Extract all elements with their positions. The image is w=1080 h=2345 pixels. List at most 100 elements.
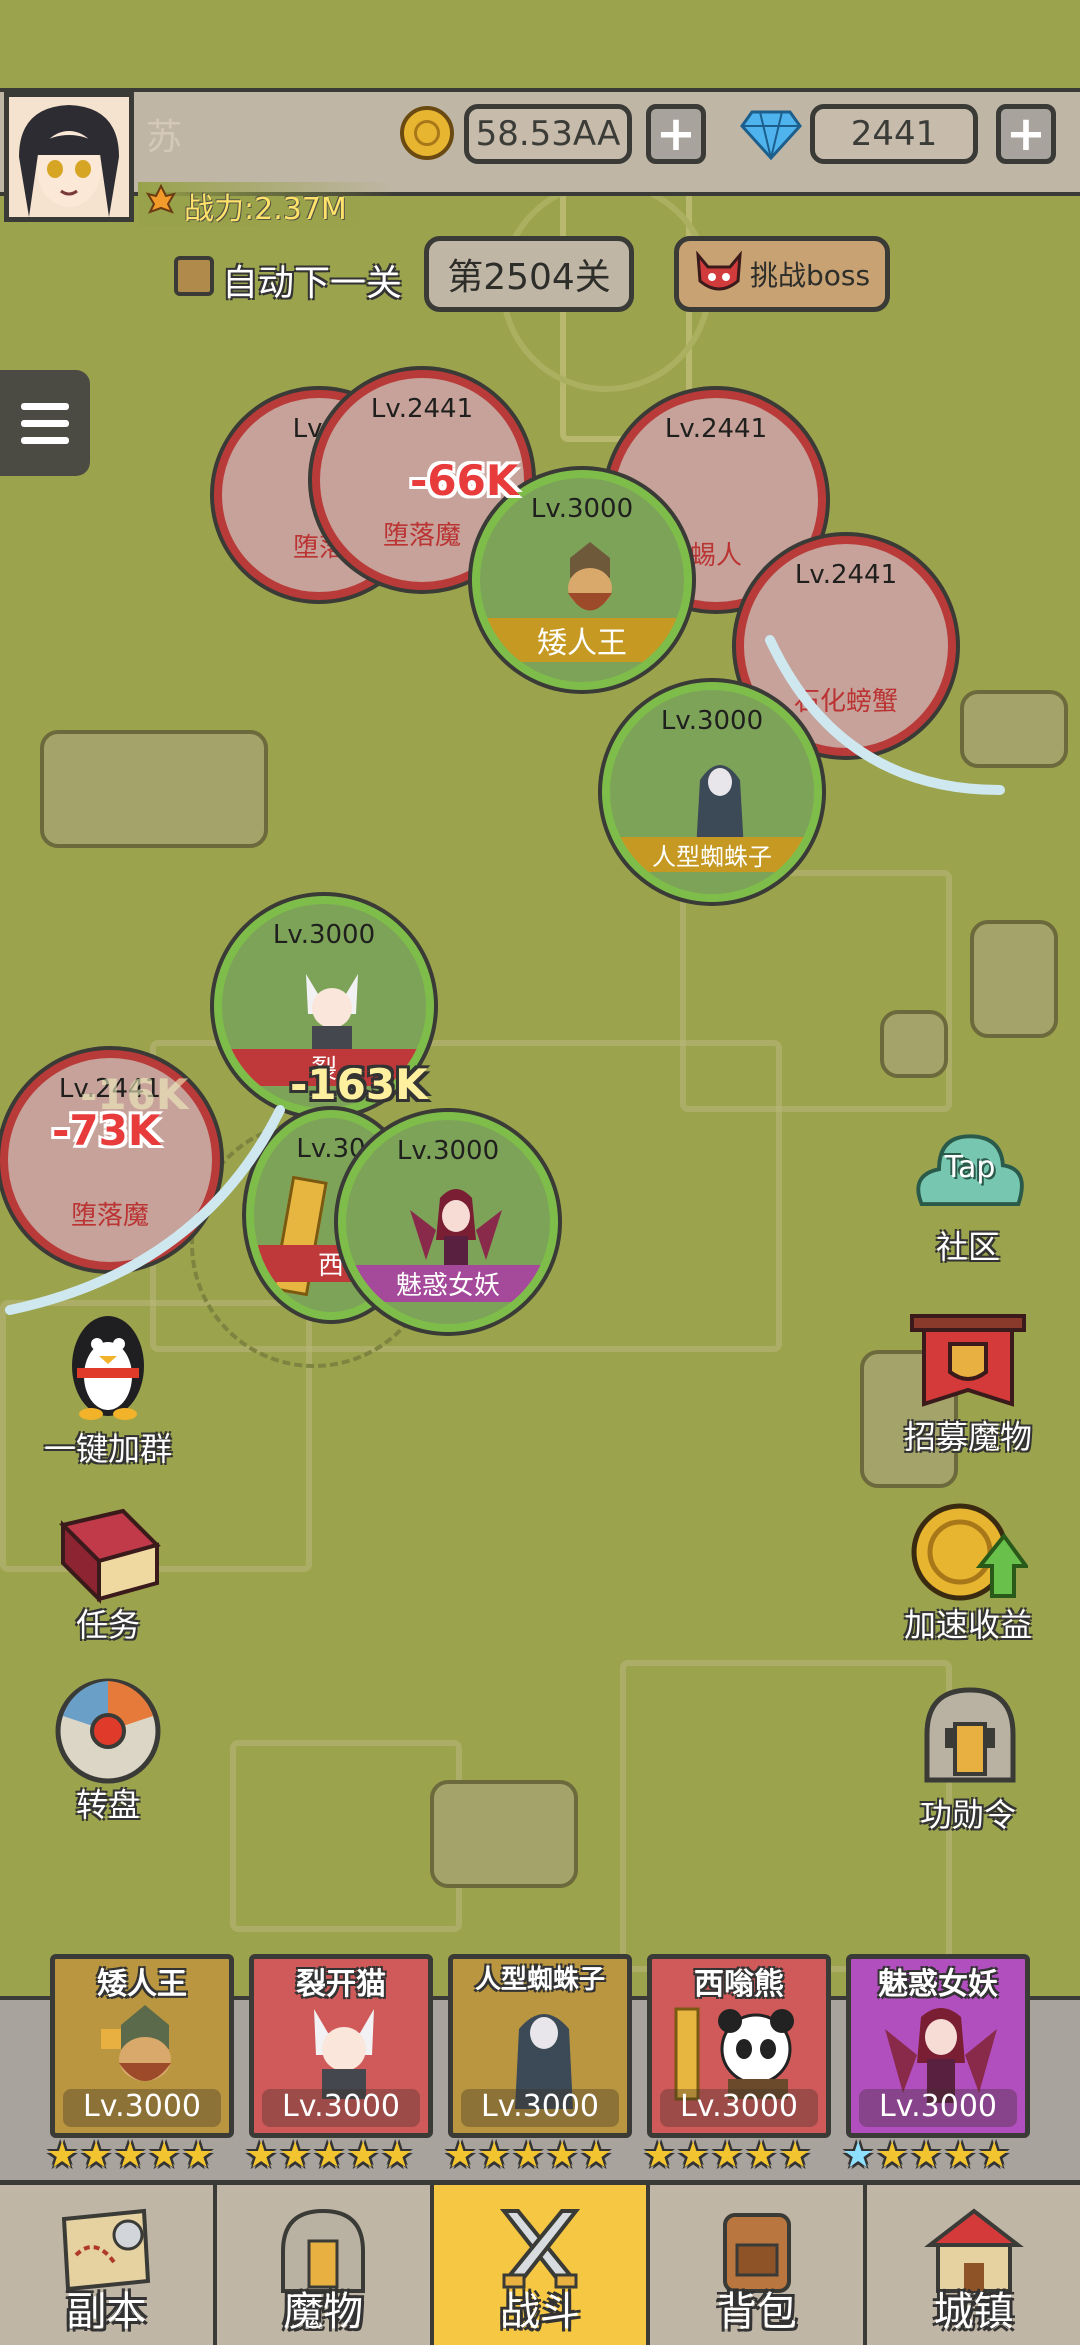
gold-coin-icon xyxy=(400,106,454,160)
wheel-button[interactable] xyxy=(48,1676,168,1786)
star-icon: ★ xyxy=(114,2135,147,2176)
dwarf-king-portrait-icon xyxy=(550,538,630,628)
ally-unit[interactable]: Lv.3000 魅惑女妖 xyxy=(338,1112,558,1332)
damage-number: -163K xyxy=(290,1060,428,1109)
ally-name: 矮人王 xyxy=(480,618,684,662)
roster-stars: ★ ★ ★ ★ ★ xyxy=(444,2135,613,2176)
community-label: 社区 xyxy=(935,1228,1000,1266)
auto-next-checkbox[interactable] xyxy=(174,256,214,296)
task-button[interactable] xyxy=(48,1500,168,1610)
map-rock xyxy=(970,920,1058,1038)
tab-label: 城镇 xyxy=(933,2289,1014,2335)
penguin-icon xyxy=(72,1316,144,1420)
enemy-level: Lv.2441 xyxy=(664,414,768,444)
task-book-icon xyxy=(59,1508,161,1604)
diamond-amount: 2441 xyxy=(810,104,978,164)
gold-speedup-icon xyxy=(911,1503,1028,1601)
boss-demon-icon xyxy=(694,250,744,297)
menu-icon-line xyxy=(21,436,69,444)
roster-level: Lv.3000 xyxy=(660,2089,818,2127)
star-icon: ★ xyxy=(944,2135,977,2176)
gold-amount: 58.53AA xyxy=(464,104,632,164)
bottom-nav: 副本 魔物 战斗 背包 城镇 xyxy=(0,2180,1080,2345)
task-label: 任务 xyxy=(75,1606,140,1644)
star-icon: ★ xyxy=(512,2135,545,2176)
power-value: 战力:2.37M xyxy=(184,192,347,227)
tab-backpack[interactable]: 背包 xyxy=(650,2185,868,2345)
star-icon: ★ xyxy=(643,2135,676,2176)
star-icon: ★ xyxy=(279,2135,312,2176)
dwarf-king-card-icon xyxy=(95,1999,195,2099)
community-button[interactable]: Tap xyxy=(910,1120,1030,1230)
tab-town[interactable]: 城镇 xyxy=(867,2185,1080,2345)
roster-stars: ★ ★ ★ ★ ★ xyxy=(842,2135,1011,2176)
menu-icon xyxy=(21,402,69,410)
join-group-button[interactable] xyxy=(48,1310,168,1420)
roster-level: Lv.3000 xyxy=(859,2089,1017,2127)
roster-card[interactable]: 矮人王 Lv.3000 xyxy=(50,1954,234,2138)
tab-battle[interactable]: 战斗 xyxy=(433,2185,651,2345)
roster-card[interactable]: 裂开猫 Lv.3000 xyxy=(249,1954,433,2138)
menu-icon-line xyxy=(21,419,69,427)
map-rock xyxy=(880,1010,948,1078)
enemy-level: Lv.2441 xyxy=(794,560,898,590)
slash-effect-icon xyxy=(765,635,1005,795)
challenge-boss-button[interactable]: 挑战boss xyxy=(674,236,890,312)
diamond-icon xyxy=(740,110,802,161)
roster-card[interactable]: 西嗡熊 Lv.3000 xyxy=(647,1954,831,2138)
map-road xyxy=(230,1740,462,1932)
ally-level: Lv.3000 xyxy=(396,1136,500,1166)
challenge-boss-label: 挑战boss xyxy=(749,259,871,292)
recruit-banner-icon xyxy=(910,1314,1026,1407)
star-icon: ★ xyxy=(978,2135,1011,2176)
map-rock xyxy=(430,1780,578,1888)
flame-icon xyxy=(145,183,177,214)
blue-star-icon: ★ xyxy=(842,2135,875,2176)
player-name: 苏 xyxy=(146,117,183,158)
star-icon: ★ xyxy=(677,2135,710,2176)
tab-label: 魔物 xyxy=(283,2289,364,2335)
add-diamond-button[interactable]: + xyxy=(996,104,1056,164)
roster-level: Lv.3000 xyxy=(262,2089,420,2127)
speedup-label: 加速收益 xyxy=(903,1606,1032,1644)
speedup-button[interactable] xyxy=(908,1496,1028,1606)
join-group-label: 一键加群 xyxy=(43,1430,172,1468)
spider-girl-portrait-icon xyxy=(690,750,750,850)
add-gold-button[interactable]: + xyxy=(646,104,706,164)
tab-label: 战斗 xyxy=(499,2289,580,2335)
star-icon: ★ xyxy=(182,2135,215,2176)
roster-stars: ★ ★ ★ ★ ★ xyxy=(643,2135,811,2176)
tab-monsters[interactable]: 魔物 xyxy=(217,2185,434,2345)
merit-button[interactable] xyxy=(910,1684,1030,1794)
tab-label: 副本 xyxy=(66,2289,147,2335)
star-icon: ★ xyxy=(46,2135,79,2176)
tab-label: 背包 xyxy=(716,2289,797,2335)
cat-girl-card-icon xyxy=(294,1999,394,2099)
roster-card[interactable]: 魅惑女妖 Lv.3000 xyxy=(846,1954,1030,2138)
roster-name: 魅惑女妖 xyxy=(878,1967,998,2002)
roster-name: 裂开猫 xyxy=(296,1967,386,2002)
map-rock xyxy=(40,730,268,848)
player-avatar[interactable] xyxy=(4,92,134,222)
star-icon: ★ xyxy=(313,2135,346,2176)
star-icon: ★ xyxy=(381,2135,414,2176)
star-icon: ★ xyxy=(478,2135,511,2176)
roster-card[interactable]: 人型蜘蛛子 Lv.3000 xyxy=(448,1954,632,2138)
star-icon: ★ xyxy=(711,2135,744,2176)
enemy-level: Lv.2441 xyxy=(370,394,474,424)
star-icon: ★ xyxy=(580,2135,613,2176)
star-icon: ★ xyxy=(148,2135,181,2176)
roster-name: 矮人王 xyxy=(97,1967,187,2002)
merit-label: 功勋令 xyxy=(919,1796,1016,1834)
star-icon: ★ xyxy=(347,2135,380,2176)
star-icon: ★ xyxy=(245,2135,278,2176)
menu-button[interactable] xyxy=(0,370,90,476)
damage-number: -66K xyxy=(410,456,519,505)
star-icon: ★ xyxy=(910,2135,943,2176)
slash-effect-icon xyxy=(5,1105,285,1315)
tap-icon-text: Tap xyxy=(944,1150,996,1185)
roster-name: 西嗡熊 xyxy=(694,1967,784,2002)
ally-name: 魅惑女妖 xyxy=(346,1265,550,1302)
recruit-button[interactable] xyxy=(908,1310,1028,1420)
tab-dungeon[interactable]: 副本 xyxy=(0,2185,217,2345)
